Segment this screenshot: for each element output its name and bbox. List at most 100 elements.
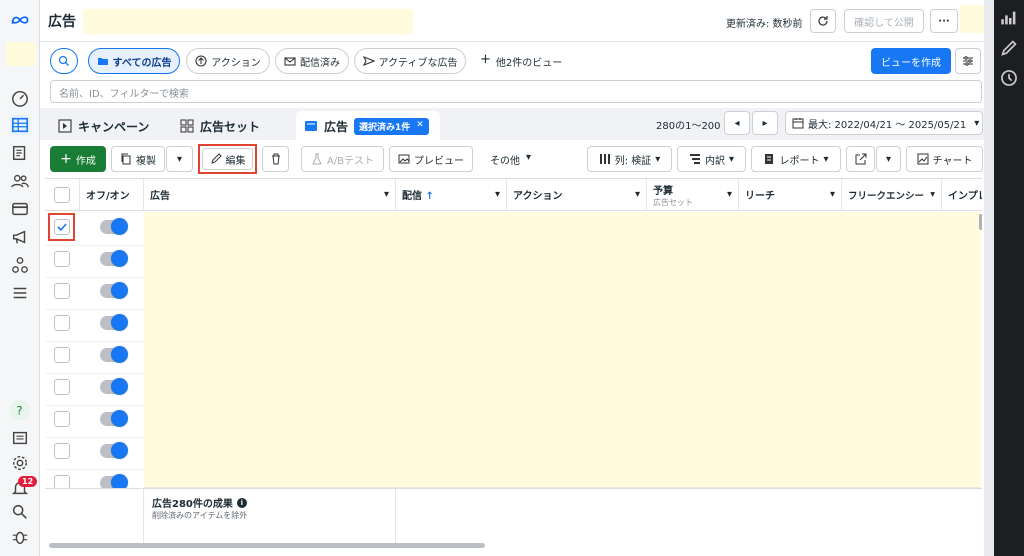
column-budget[interactable]: 予算 広告セット ▾ xyxy=(647,179,739,211)
row-checkbox[interactable] xyxy=(54,251,70,267)
tab-ad[interactable]: 広告 選択済み1件 ✕ xyxy=(296,111,440,141)
column-impressions[interactable]: インプレ xyxy=(942,179,982,211)
action-arrow-icon xyxy=(195,55,207,67)
panel-gap xyxy=(984,0,994,556)
row-status-toggle[interactable] xyxy=(100,314,128,331)
preview-button[interactable]: プレビュー xyxy=(389,146,473,172)
help-icon[interactable]: ? xyxy=(10,400,30,420)
row-status-toggle[interactable] xyxy=(100,474,128,488)
menu-icon[interactable] xyxy=(10,283,30,303)
billing-card-icon[interactable] xyxy=(10,199,30,219)
columns-icon xyxy=(599,154,610,164)
send-icon xyxy=(362,56,375,66)
view-settings-button[interactable] xyxy=(955,48,981,74)
report-button[interactable]: レポート ▾ xyxy=(751,146,841,172)
caret-down-icon: ▾ xyxy=(494,189,500,200)
confirm-publish-button[interactable]: 確認して公開 xyxy=(844,9,924,33)
account-name-redacted xyxy=(83,9,413,34)
search-icon[interactable] xyxy=(10,502,30,522)
pages-icon[interactable] xyxy=(10,143,30,163)
row-status-toggle[interactable] xyxy=(100,218,128,235)
vertical-scrollbar[interactable] xyxy=(979,214,982,230)
column-onoff[interactable]: オフ/オン xyxy=(80,179,144,211)
footer-divider xyxy=(143,489,144,545)
bug-icon[interactable] xyxy=(10,527,30,547)
results-summary: 広告280件の成果 i xyxy=(152,495,247,510)
row-status-toggle[interactable] xyxy=(100,282,128,299)
tab-campaign[interactable]: キャンペーン xyxy=(50,112,168,140)
export-dropdown-button[interactable]: ▾ xyxy=(876,146,901,172)
select-all-header xyxy=(45,179,80,211)
column-delivery[interactable]: 配信 ↑ ▾ xyxy=(396,179,507,211)
row-checkbox[interactable] xyxy=(54,347,70,363)
row-divider xyxy=(45,245,145,246)
search-input[interactable]: 名前、ID、フィルターで検索 xyxy=(50,80,982,103)
view-active-ads[interactable]: アクティブな広告 xyxy=(354,48,466,74)
row-checkbox[interactable] xyxy=(54,411,70,427)
delete-button[interactable] xyxy=(262,146,289,172)
caret-down-icon: ▾ xyxy=(176,153,183,165)
row-status-toggle[interactable] xyxy=(100,250,128,267)
clock-icon[interactable] xyxy=(999,68,1019,88)
caret-down-icon: ▾ xyxy=(526,152,532,163)
selected-count-badge[interactable]: 選択済み1件 ✕ xyxy=(354,117,429,135)
prev-page-button[interactable]: ◂ xyxy=(724,111,750,135)
megaphone-icon[interactable] xyxy=(10,227,30,247)
settings-gear-icon[interactable] xyxy=(10,453,30,473)
table-icon[interactable] xyxy=(10,115,30,135)
updated-status: 更新済み: 数秒前 xyxy=(726,19,803,30)
row-status-toggle[interactable] xyxy=(100,378,128,395)
caret-down-icon: ▾ xyxy=(829,189,835,200)
view-action[interactable]: アクション xyxy=(186,48,270,74)
columns-button[interactable]: 列: 検証 ▾ xyxy=(587,146,672,172)
tab-adset[interactable]: 広告セット xyxy=(172,112,290,140)
create-button[interactable]: + 作成 xyxy=(50,146,106,172)
grid-icon xyxy=(180,119,194,133)
view-all-ads[interactable]: すべての広告 xyxy=(88,48,180,74)
user-avatar[interactable] xyxy=(960,5,984,33)
row-divider xyxy=(45,309,145,310)
close-icon[interactable]: ✕ xyxy=(416,120,424,133)
bar-chart-icon[interactable] xyxy=(999,8,1019,28)
refresh-button[interactable] xyxy=(810,9,836,33)
pencil-icon[interactable] xyxy=(999,38,1019,58)
chevron-right-icon: ▸ xyxy=(762,117,768,129)
row-checkbox[interactable] xyxy=(54,443,70,459)
duplicate-button[interactable]: 複製 xyxy=(111,146,165,172)
breakdown-button[interactable]: 内訳 ▾ xyxy=(677,146,746,172)
other-menu[interactable]: その他 ▾ xyxy=(490,152,531,167)
next-page-button[interactable]: ▸ xyxy=(752,111,778,135)
view-delivered[interactable]: 配信済み xyxy=(275,48,349,74)
row-status-toggle[interactable] xyxy=(100,410,128,427)
more-options-button[interactable]: ··· xyxy=(930,9,958,33)
ab-test-button[interactable]: A/Bテスト xyxy=(301,146,384,172)
network-icon[interactable] xyxy=(10,255,30,275)
news-icon[interactable] xyxy=(10,428,30,448)
row-status-toggle[interactable] xyxy=(100,346,128,363)
row-status-toggle[interactable] xyxy=(100,442,128,459)
meta-logo-icon[interactable] xyxy=(10,10,30,30)
column-reach[interactable]: リーチ ▾ xyxy=(739,179,842,211)
audience-icon[interactable] xyxy=(10,171,30,191)
sort-up-arrow-icon: ↑ xyxy=(425,191,434,202)
column-action[interactable]: アクション ▾ xyxy=(507,179,647,211)
other-views-link[interactable]: + 他2件のビュー xyxy=(480,53,562,69)
export-button[interactable] xyxy=(846,146,875,172)
row-checkbox[interactable] xyxy=(54,475,70,488)
info-icon[interactable]: i xyxy=(236,497,247,508)
left-navigation: ? 12 xyxy=(0,0,40,556)
select-all-checkbox[interactable] xyxy=(54,186,70,203)
create-view-button[interactable]: ビューを作成 xyxy=(871,48,951,74)
row-checkbox[interactable] xyxy=(54,315,70,331)
date-range-picker[interactable]: 最大: 2022/04/21 〜 2025/05/21 ▾ xyxy=(785,111,983,135)
horizontal-scrollbar[interactable] xyxy=(49,543,485,548)
gauge-icon[interactable] xyxy=(10,88,30,108)
search-view-button[interactable] xyxy=(50,48,78,74)
row-checkbox[interactable] xyxy=(54,379,70,395)
column-ad[interactable]: 広告 ▾ xyxy=(144,179,396,211)
chart-button[interactable]: チャート xyxy=(906,146,983,172)
row-checkbox[interactable] xyxy=(54,283,70,299)
column-frequency[interactable]: フリークエンシー ▾ xyxy=(842,179,942,211)
account-avatar[interactable] xyxy=(6,42,36,66)
duplicate-dropdown-button[interactable]: ▾ xyxy=(166,146,193,172)
